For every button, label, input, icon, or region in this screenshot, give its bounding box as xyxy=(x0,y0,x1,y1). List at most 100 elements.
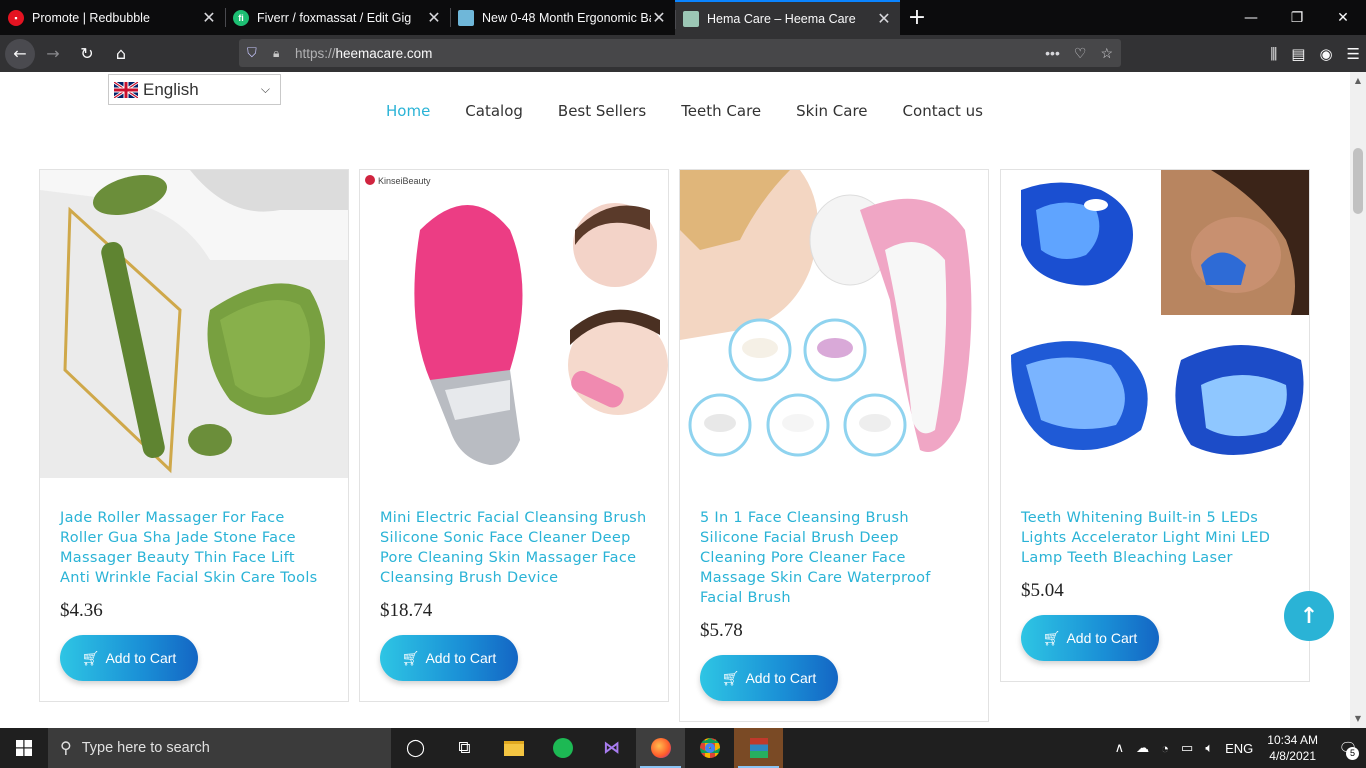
firefox-icon[interactable] xyxy=(636,728,685,768)
battery-icon[interactable]: ▭ xyxy=(1181,740,1193,756)
nav-item-best-sellers[interactable]: Best Sellers xyxy=(558,102,646,120)
network-icon[interactable]: ◔ xyxy=(1161,741,1169,756)
show-hidden-icons-chevron-icon[interactable]: ∧ xyxy=(1115,740,1125,756)
cart-icon: 🛒︎ xyxy=(81,649,100,666)
volume-icon[interactable]: 🔈︎ xyxy=(1205,740,1213,756)
clock-date: 4/8/2021 xyxy=(1269,749,1316,763)
reload-icon[interactable]: ↻ xyxy=(71,38,103,70)
nav-item-catalog[interactable]: Catalog xyxy=(465,102,523,120)
nav-item-contact-us[interactable]: Contact us xyxy=(903,102,983,120)
lock-icon[interactable]: 🔒︎ xyxy=(273,46,287,61)
search-placeholder: Type here to search xyxy=(81,740,210,756)
product-title-link[interactable]: Mini Electric Facial Cleansing Brush Sil… xyxy=(380,508,648,588)
browser-toolbar-right: ⫼ ▤ ◉ ☰ xyxy=(1270,35,1360,72)
add-to-cart-button[interactable]: 🛒︎ Add to Cart xyxy=(380,635,518,681)
language-label: English xyxy=(143,79,199,99)
address-bar[interactable]: ⛉ 🔒︎ https://heemacare.com ••• ♡ ☆ xyxy=(239,39,1121,67)
browser-tab-ergonomic[interactable]: New 0-48 Month Ergonomic Ba ✕ xyxy=(450,0,675,35)
product-title-link[interactable]: 5 In 1 Face Cleansing Brush Silicone Fac… xyxy=(700,508,968,608)
product-image-jade-roller[interactable] xyxy=(40,170,348,478)
language-selector[interactable]: English ⌵ xyxy=(108,74,281,105)
action-center-icon[interactable]: 🗨︎ 5 xyxy=(1330,728,1366,768)
forward-arrow-icon[interactable]: → xyxy=(37,38,69,70)
task-view-icon[interactable]: ⧉ xyxy=(440,728,489,768)
browser-tab-fiverr[interactable]: fi Fiverr / foxmassat / Edit Gig ✕ xyxy=(225,0,450,35)
clock-time: 10:34 AM xyxy=(1267,733,1318,747)
add-to-cart-button[interactable]: 🛒︎ Add to Cart xyxy=(1021,615,1159,661)
windows-start-button[interactable] xyxy=(0,728,48,768)
arrow-up-icon: ↑ xyxy=(1299,603,1319,629)
scroll-down-arrow-icon[interactable]: ▼ xyxy=(1350,712,1366,726)
restore-icon[interactable]: ❐ xyxy=(1274,0,1320,35)
bookmark-star-icon[interactable]: ☆ xyxy=(1100,45,1113,62)
file-explorer-icon[interactable] xyxy=(489,728,538,768)
product-image-five-in-one-brush[interactable] xyxy=(680,170,988,478)
windows-taskbar: ⚲ Type here to search ◯ ⧉ ⋈ ∧ ☁ ◔ ▭ 🔈︎ E… xyxy=(0,728,1366,768)
product-price: $4.36 xyxy=(60,600,103,621)
account-icon[interactable]: ◉ xyxy=(1319,45,1332,63)
nav-item-skin-care[interactable]: Skin Care xyxy=(796,102,867,120)
back-arrow-icon[interactable]: ← xyxy=(5,38,35,69)
taskbar-clock[interactable]: 10:34 AM 4/8/2021 xyxy=(1267,732,1318,764)
home-icon[interactable]: ⌂ xyxy=(105,38,137,70)
window-close-icon[interactable]: ✕ xyxy=(1320,0,1366,35)
browser-tab-hemacare[interactable]: Hema Care – Heema Care ✕ xyxy=(675,0,900,35)
tab-close-icon[interactable]: ✕ xyxy=(651,8,667,28)
add-to-cart-label: Add to Cart xyxy=(1066,630,1138,646)
onedrive-cloud-icon[interactable]: ☁ xyxy=(1136,740,1149,756)
tab-close-icon[interactable]: ✕ xyxy=(426,8,442,28)
cart-icon: 🛒︎ xyxy=(721,669,740,686)
page-favicon-icon xyxy=(458,9,474,26)
uk-flag-icon xyxy=(114,81,138,98)
product-image-facial-cleansing-brush[interactable]: KinseiBeauty xyxy=(360,170,668,478)
redbubble-favicon-icon: ▪ xyxy=(8,9,24,26)
scroll-up-arrow-icon[interactable]: ▲ xyxy=(1350,74,1366,88)
spotify-icon[interactable] xyxy=(538,728,587,768)
product-price: $18.74 xyxy=(380,600,433,621)
sidebar-icon[interactable]: ▤ xyxy=(1291,45,1305,63)
chrome-icon[interactable] xyxy=(685,728,734,768)
new-tab-button[interactable]: + xyxy=(900,0,934,35)
system-tray: ∧ ☁ ◔ ▭ 🔈︎ ENG 10:34 AM 4/8/2021 🗨︎ 5 xyxy=(1109,728,1366,768)
product-price: $5.78 xyxy=(700,620,743,641)
product-title-link[interactable]: Jade Roller Massager For Face Roller Gua… xyxy=(60,508,328,588)
winrar-icon[interactable] xyxy=(734,728,783,768)
library-icon[interactable]: ⫼ xyxy=(1270,45,1277,63)
browser-navigation-bar: ← → ↻ ⌂ ⛉ 🔒︎ https://heemacare.com ••• ♡… xyxy=(0,35,1366,72)
add-to-cart-label: Add to Cart xyxy=(105,650,177,666)
product-title-link[interactable]: Teeth Whitening Built-in 5 LEDs Lights A… xyxy=(1021,508,1289,568)
tab-close-icon[interactable]: ✕ xyxy=(876,9,892,29)
nav-item-teeth-care[interactable]: Teeth Care xyxy=(681,102,761,120)
notification-count-badge: 5 xyxy=(1346,747,1359,760)
scroll-to-top-button[interactable]: ↑ xyxy=(1284,591,1334,641)
web-page: English ⌵ Home Catalog Best Sellers Teet… xyxy=(0,72,1350,728)
browser-tab-redbubble[interactable]: ▪ Promote | Redbubble ✕ xyxy=(0,0,225,35)
product-image-teeth-whitening-led[interactable] xyxy=(1001,170,1309,478)
chevron-down-icon: ⌵ xyxy=(260,82,270,96)
url-text: https://heemacare.com xyxy=(295,46,432,61)
nav-item-home[interactable]: Home xyxy=(386,102,430,120)
tab-title: Fiverr / foxmassat / Edit Gig xyxy=(257,10,412,25)
pocket-icon[interactable]: ♡ xyxy=(1074,45,1087,62)
page-actions-icon[interactable]: ••• xyxy=(1045,45,1060,62)
add-to-cart-button[interactable]: 🛒︎ Add to Cart xyxy=(60,635,198,681)
visual-studio-icon[interactable]: ⋈ xyxy=(587,728,636,768)
add-to-cart-button[interactable]: 🛒︎ Add to Cart xyxy=(700,655,838,701)
page-scrollbar[interactable]: ▲ ▼ xyxy=(1350,72,1366,728)
hemacare-favicon-icon xyxy=(683,10,699,27)
windows-logo-icon xyxy=(16,740,32,756)
browser-tab-bar: ▪ Promote | Redbubble ✕ fi Fiverr / foxm… xyxy=(0,0,1366,35)
taskbar-search-box[interactable]: ⚲ Type here to search xyxy=(48,728,391,768)
cortana-icon[interactable]: ◯ xyxy=(391,728,440,768)
scrollbar-thumb[interactable] xyxy=(1353,148,1363,214)
minimize-icon[interactable]: — xyxy=(1228,0,1274,35)
hamburger-menu-icon[interactable]: ☰ xyxy=(1347,45,1360,63)
tab-close-icon[interactable]: ✕ xyxy=(201,8,217,28)
input-language[interactable]: ENG xyxy=(1225,741,1253,756)
url-domain: heemacare.com xyxy=(335,45,433,61)
brand-watermark: KinseiBeauty xyxy=(378,176,431,186)
tracking-protection-shield-icon[interactable]: ⛉ xyxy=(247,45,265,61)
address-bar-tools: ••• ♡ ☆ xyxy=(1045,45,1113,62)
product-card: Teeth Whitening Built-in 5 LEDs Lights A… xyxy=(1000,169,1310,682)
add-to-cart-label: Add to Cart xyxy=(425,650,497,666)
